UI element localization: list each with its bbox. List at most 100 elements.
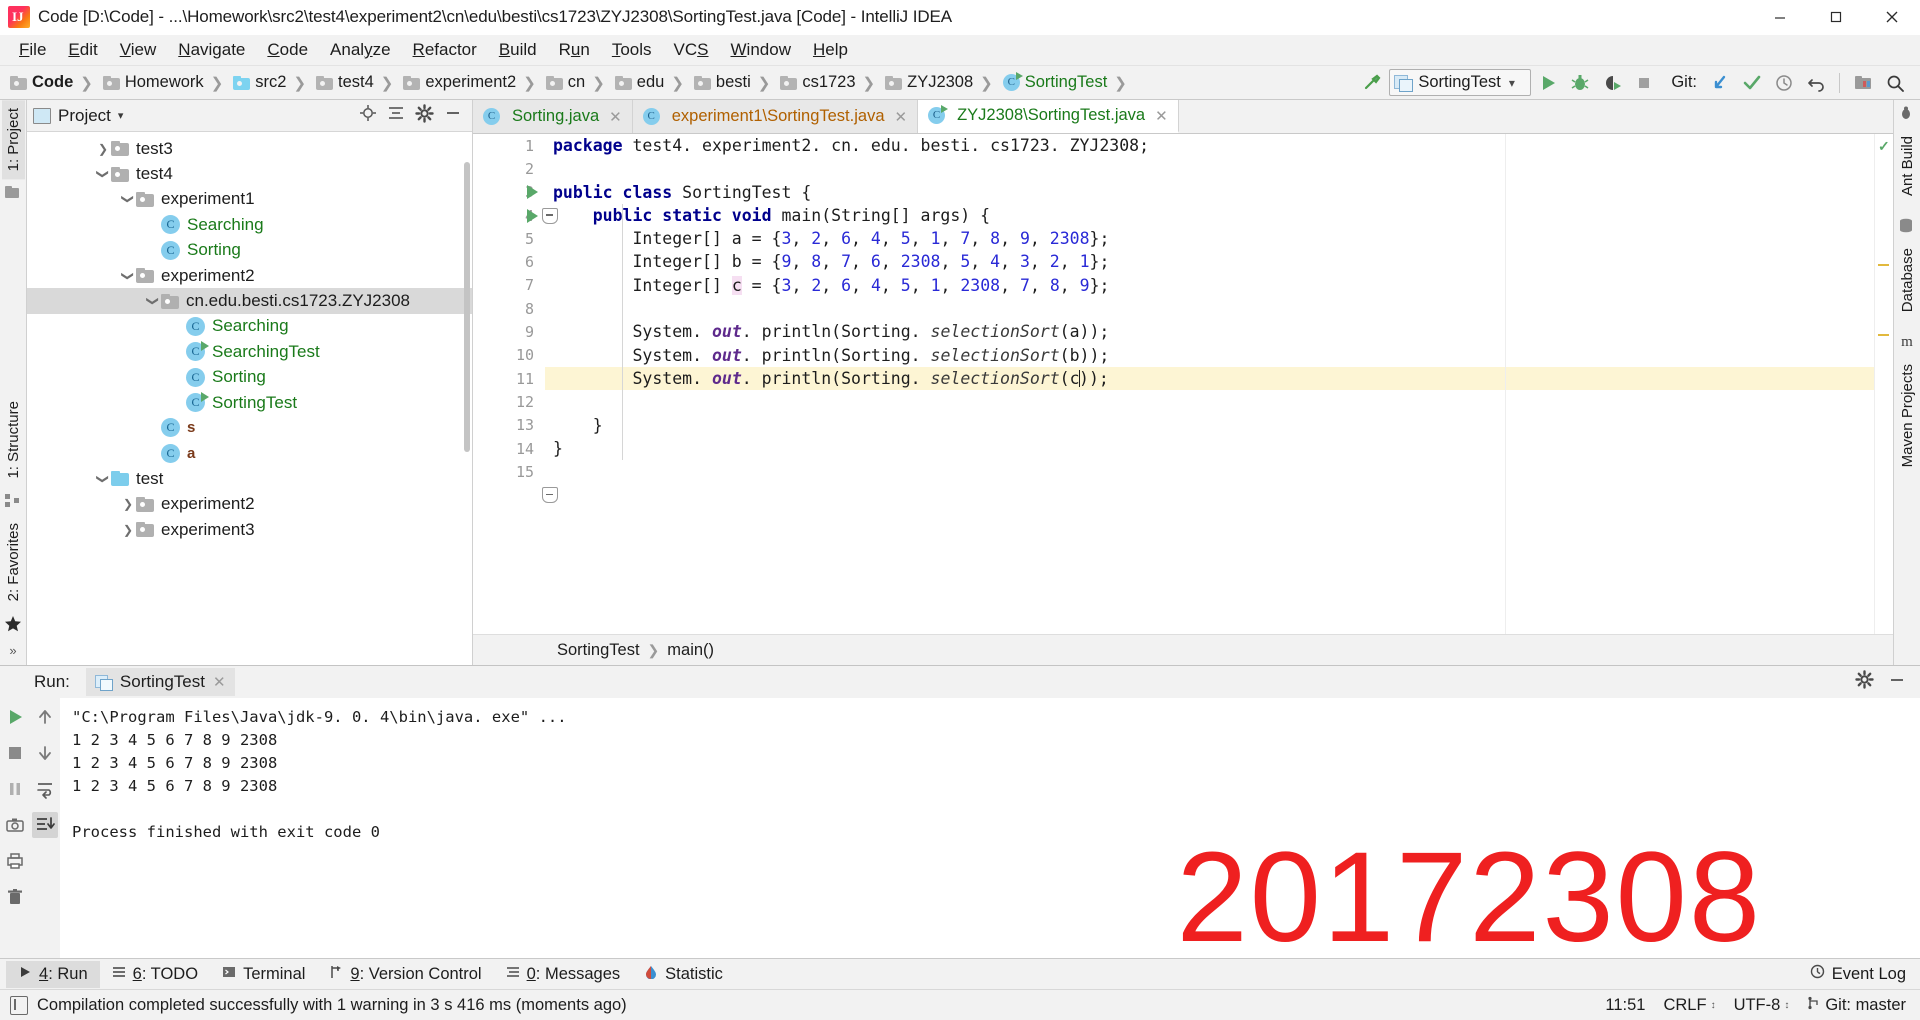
run-line-marker-class[interactable] [521,181,543,204]
tree-scrollbar[interactable] [464,162,470,452]
print-icon[interactable] [2,848,28,874]
update-project-icon[interactable] [1705,69,1735,96]
project-files-icon[interactable] [4,185,22,201]
warning-stripe[interactable] [1878,264,1889,266]
code-line[interactable]: System. out. println(Sorting. selectionS… [545,320,1874,343]
tree-node-experiment1[interactable]: ❯ experiment1 [27,187,472,212]
code-line[interactable] [545,297,1874,320]
pause-icon[interactable] [2,776,28,802]
tree-node-sorting[interactable]: C Sorting [27,238,472,263]
editor-tab-sorting-java[interactable]: C Sorting.java ✕ [473,100,633,133]
menu-view[interactable]: View [109,38,168,62]
status-encoding[interactable]: UTF-8 ↕ [1734,996,1790,1015]
settings-gear-icon[interactable] [415,103,434,128]
tree-node-searchingtest[interactable]: C SearchingTest [27,339,472,364]
breadcrumb-class[interactable]: SortingTest [557,641,640,660]
code-line[interactable]: Integer[] c = {3, 2, 6, 4, 5, 1, 2308, 7… [545,274,1874,297]
chevron-down-icon[interactable]: ▾ [118,109,124,122]
breadcrumb-test4[interactable]: test4 ❯ [312,70,399,95]
tree-node-sorting[interactable]: C Sorting [27,365,472,390]
code-line[interactable]: } [545,414,1874,437]
tree-node-searching[interactable]: C Searching [27,212,472,237]
editor-tab-experiment1-sortingtest[interactable]: C experiment1\SortingTest.java ✕ [632,100,919,133]
error-stripe-marker-bar[interactable]: ✓ [1874,134,1893,634]
tool-window-terminal[interactable]: Terminal [210,961,317,988]
menu-refactor[interactable]: Refactor [402,38,488,62]
tree-node-test4[interactable]: ❯ test4 [27,161,472,186]
rerun-icon[interactable] [2,704,28,730]
star-icon[interactable] [4,615,22,632]
tool-window-statistic[interactable]: Statistic [632,961,735,988]
run-tab-sortingtest[interactable]: SortingTest ✕ [85,668,235,696]
code-line[interactable]: Integer[] a = {3, 2, 6, 4, 5, 1, 7, 8, 9… [545,227,1874,250]
code-line[interactable]: package test4. experiment2. cn. edu. bes… [545,134,1874,157]
hide-icon[interactable] [1888,671,1906,694]
code-line[interactable]: Integer[] b = {9, 8, 7, 6, 2308, 5, 4, 3… [545,250,1874,273]
minimize-button[interactable] [1752,0,1808,34]
structure-icon[interactable] [4,493,22,509]
warning-stripe[interactable] [1878,334,1889,336]
tree-node-experiment2[interactable]: ❯ experiment2 [27,263,472,288]
sidebar-tab-database[interactable]: Database [1896,240,1919,320]
chevron-down-icon[interactable]: ❯ [145,293,161,309]
sidebar-tab-maven-projects[interactable]: Maven Projects [1896,356,1919,475]
sidebar-tab-favorites[interactable]: 2: Favorites [2,515,25,609]
settings-gear-icon[interactable] [1855,670,1874,694]
run-with-coverage-icon[interactable] [1597,69,1627,96]
menu-tools[interactable]: Tools [601,38,663,62]
trash-icon[interactable] [2,884,28,910]
commit-icon[interactable] [1737,69,1767,96]
collapse-all-icon[interactable] [387,104,405,127]
scroll-to-end-icon[interactable] [32,812,58,838]
tool-window-todo[interactable]: 6: TODO [100,961,210,988]
tree-node-searching[interactable]: C Searching [27,314,472,339]
stop-icon[interactable] [1629,69,1659,96]
close-icon[interactable]: ✕ [213,673,226,691]
event-log-label[interactable]: Event Log [1832,965,1906,984]
maven-icon[interactable]: m [1898,334,1916,350]
menu-build[interactable]: Build [488,38,548,62]
code-line[interactable] [545,460,1874,483]
code-line[interactable]: public class SortingTest { [545,181,1874,204]
code-text[interactable]: package test4. experiment2. cn. edu. bes… [545,134,1874,634]
camera-icon[interactable] [2,812,28,838]
menu-analyze[interactable]: Analyze [319,38,402,62]
run-icon[interactable] [1533,69,1563,96]
breadcrumb-src2[interactable]: src2 ❯ [229,70,312,95]
code-editor[interactable]: 1 2 3 4 5 6 7 8 9 10 11 12 13 14 15 package test4. exp… [473,134,1893,634]
close-icon[interactable]: ✕ [609,108,622,126]
editor-tab-zyj2308-sortingtest[interactable]: C ZYJ2308\SortingTest.java ✕ [918,100,1179,133]
tree-node-s[interactable]: Cs [27,415,472,440]
menu-window[interactable]: Window [720,38,802,62]
rollback-icon[interactable] [1801,69,1831,96]
tree-node-test[interactable]: ❯ test [27,466,472,491]
debug-icon[interactable] [1565,69,1595,96]
tree-node-experiment2[interactable]: ❯ experiment2 [27,491,472,516]
menu-file[interactable]: File [8,38,57,62]
code-line[interactable] [545,157,1874,180]
build-hammer-icon[interactable] [1357,69,1387,96]
menu-code[interactable]: Code [256,38,319,62]
code-line[interactable]: public static void main(String[] args) { [545,204,1874,227]
up-icon[interactable] [32,704,58,730]
breadcrumb-experiment2[interactable]: experiment2 ❯ [399,70,541,95]
code-line[interactable]: System. out. println(Sorting. selectionS… [545,344,1874,367]
breadcrumb-method[interactable]: main() [667,641,714,660]
chevron-down-icon[interactable]: ❯ [95,166,111,182]
breadcrumb-zyj2308[interactable]: ZYJ2308 ❯ [881,70,999,95]
expand-strip-icon[interactable]: » [4,643,22,659]
ant-build-icon[interactable] [1898,106,1916,122]
sidebar-tab-project[interactable]: 1: Project [1,100,25,180]
down-icon[interactable] [32,740,58,766]
menu-navigate[interactable]: Navigate [167,38,256,62]
status-line-separator[interactable]: CRLF ↕ [1663,996,1715,1015]
code-line[interactable] [545,390,1874,413]
soft-wrap-icon[interactable] [32,776,58,802]
database-icon[interactable] [1898,218,1916,234]
tree-node-sortingtest[interactable]: C SortingTest [27,390,472,415]
tree-node-cn-edu-besti-cs1723-zyj2308[interactable]: ❯ cn.edu.besti.cs1723.ZYJ2308 [27,288,472,314]
tree-node-test3[interactable]: ❯ test3 [27,136,472,161]
chevron-down-icon[interactable]: ❯ [120,191,136,207]
breadcrumb-besti[interactable]: besti ❯ [690,70,776,95]
console-output[interactable]: "C:\Program Files\Java\jdk-9. 0. 4\bin\j… [60,698,1920,958]
